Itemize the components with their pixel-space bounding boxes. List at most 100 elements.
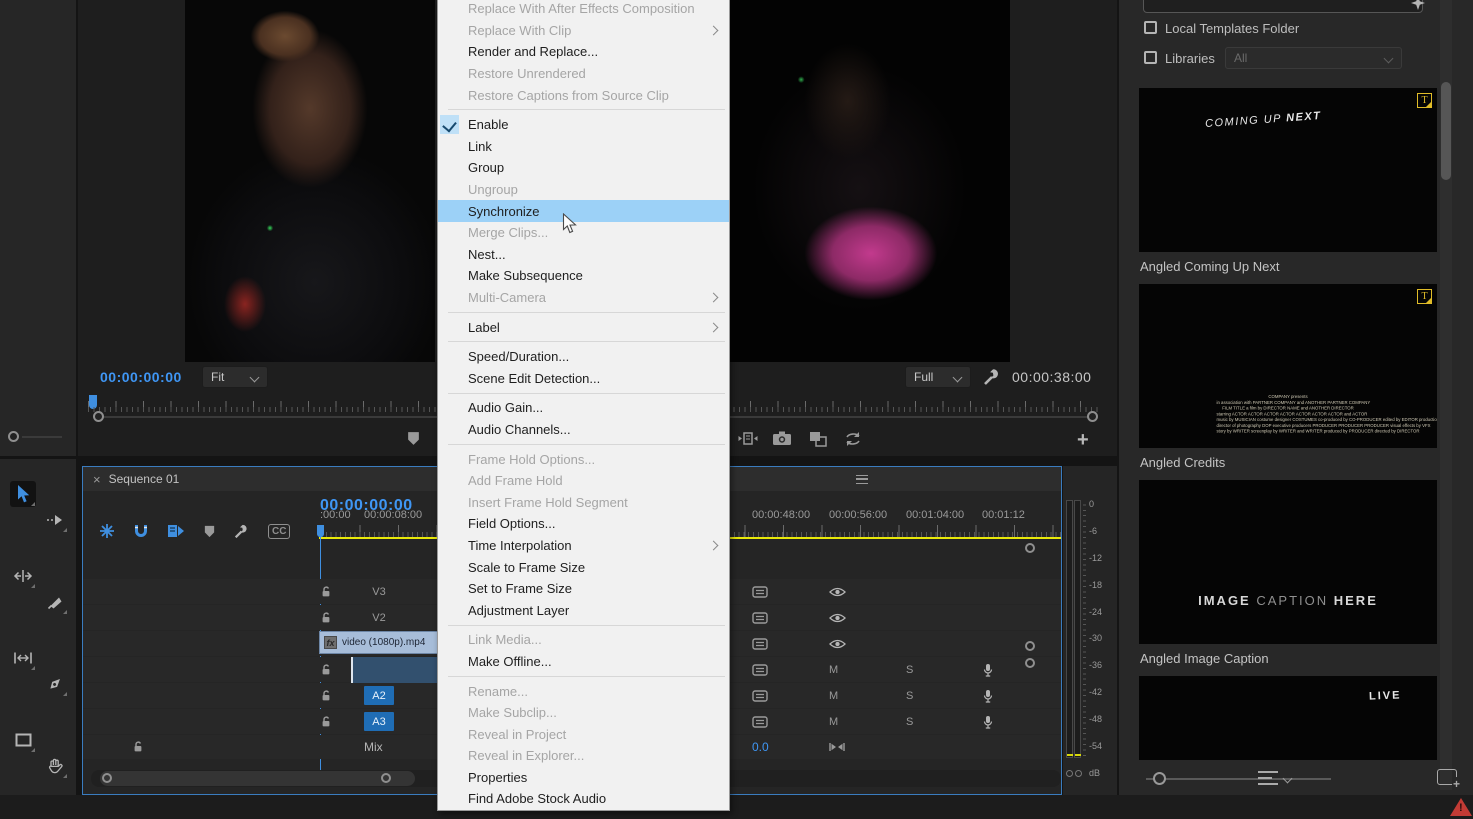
- thumbnail-size-knob[interactable]: [1153, 772, 1166, 785]
- context-menu-item[interactable]: Group: [438, 157, 729, 179]
- context-menu-item[interactable]: Make Subsequence: [438, 265, 729, 287]
- captions-cc-icon[interactable]: CC: [268, 524, 290, 539]
- vertical-scroll-knob[interactable]: [1025, 641, 1035, 651]
- ripple-edit-tool[interactable]: [10, 563, 36, 589]
- scrollbar-thumb[interactable]: [100, 771, 415, 786]
- keyframe-nav-icon[interactable]: [829, 742, 845, 752]
- eg-scrollbar-thumb[interactable]: [1441, 82, 1451, 180]
- snap-magnet-icon[interactable]: [133, 523, 149, 539]
- template-thumbnail-credits[interactable]: COMPANY presentsin association with PART…: [1139, 284, 1437, 448]
- mic-icon[interactable]: [982, 663, 994, 677]
- mic-icon[interactable]: [982, 715, 994, 729]
- swap-view-icon[interactable]: [843, 430, 863, 448]
- context-menu-item[interactable]: Audio Gain...: [438, 397, 729, 419]
- source-patch-icon[interactable]: [752, 638, 768, 650]
- solo-button[interactable]: S: [906, 716, 913, 728]
- timeline-playhead-head[interactable]: [317, 525, 324, 537]
- lock-icon[interactable]: [320, 612, 332, 624]
- settings-wrench-icon[interactable]: [983, 367, 1002, 386]
- timeline-settings-wrench-icon[interactable]: [234, 523, 250, 539]
- star-filter-icon[interactable]: [1411, 0, 1425, 10]
- video-clip[interactable]: fx video (1080p).mp4: [319, 631, 439, 654]
- context-menu-item[interactable]: Properties: [438, 767, 729, 789]
- new-item-button[interactable]: [1437, 769, 1457, 785]
- lock-icon[interactable]: [320, 586, 332, 598]
- context-menu-item[interactable]: Label: [438, 316, 729, 338]
- source-zoom-dropdown[interactable]: Fit: [202, 366, 268, 388]
- meter-knob[interactable]: [1075, 770, 1082, 777]
- eye-icon[interactable]: [829, 587, 846, 597]
- lock-icon[interactable]: [320, 716, 332, 728]
- sort-list-icon[interactable]: [1258, 771, 1278, 785]
- template-label[interactable]: Angled Image Caption: [1140, 651, 1269, 666]
- lock-icon[interactable]: [132, 741, 144, 753]
- selection-tool[interactable]: [10, 481, 36, 507]
- close-tab-icon[interactable]: ×: [93, 472, 101, 487]
- context-menu-item[interactable]: Enable: [438, 114, 729, 136]
- comparison-view-icon[interactable]: [737, 430, 759, 448]
- panel-zoom-knob[interactable]: [8, 431, 19, 442]
- panel-menu-icon[interactable]: [856, 475, 868, 484]
- program-zoom-dropdown[interactable]: Full: [905, 366, 971, 388]
- source-patch-icon[interactable]: [752, 664, 768, 676]
- timeline-tab-label[interactable]: Sequence 01: [109, 472, 180, 486]
- mix-volume-value[interactable]: 0.0: [752, 740, 769, 754]
- context-menu-item[interactable]: Scale to Frame Size: [438, 556, 729, 578]
- context-menu-item[interactable]: Find Adobe Stock Audio: [438, 788, 729, 810]
- add-marker-icon[interactable]: [406, 431, 421, 446]
- export-frame-camera-icon[interactable]: [772, 430, 792, 446]
- local-templates-checkbox[interactable]: [1144, 21, 1157, 34]
- vertical-scroll-knob[interactable]: [1025, 543, 1035, 553]
- insert-clips-icon[interactable]: [808, 430, 828, 448]
- track-select-forward-tool[interactable]: [42, 507, 68, 533]
- lock-icon[interactable]: [320, 664, 332, 676]
- thumbnail-size-slider[interactable]: [1146, 778, 1331, 780]
- context-menu-item[interactable]: Audio Channels...: [438, 419, 729, 441]
- context-menu-item[interactable]: Synchronize: [438, 200, 729, 222]
- eye-icon[interactable]: [829, 639, 846, 649]
- razor-tool[interactable]: [42, 589, 68, 615]
- eye-icon[interactable]: [829, 613, 846, 623]
- source-patch-icon[interactable]: [752, 716, 768, 728]
- context-menu-item[interactable]: Speed/Duration...: [438, 346, 729, 368]
- vertical-scroll-knob[interactable]: [1025, 658, 1035, 668]
- solo-button[interactable]: S: [906, 664, 913, 676]
- context-menu-item[interactable]: Time Interpolation: [438, 535, 729, 557]
- program-video-frame[interactable]: [720, 0, 1010, 362]
- context-menu-item[interactable]: Adjustment Layer: [438, 599, 729, 621]
- source-patch-icon[interactable]: [752, 612, 768, 624]
- context-menu-item[interactable]: Set to Frame Size: [438, 578, 729, 600]
- timeline-add-marker-icon[interactable]: [203, 525, 216, 538]
- scrollbar-left-handle[interactable]: [102, 773, 112, 783]
- rectangle-tool[interactable]: [10, 727, 36, 753]
- scrollbar-right-handle[interactable]: [381, 773, 391, 783]
- mute-button[interactable]: M: [829, 690, 838, 702]
- context-menu-item[interactable]: Field Options...: [438, 513, 729, 535]
- panel-zoom-track[interactable]: [22, 436, 62, 438]
- search-input[interactable]: [1143, 0, 1423, 13]
- program-scrollbar-knob[interactable]: [1087, 411, 1098, 422]
- libraries-dropdown[interactable]: All: [1225, 47, 1402, 69]
- hand-tool[interactable]: [42, 753, 68, 779]
- context-menu-item[interactable]: Make Offline...: [438, 651, 729, 673]
- button-editor-plus-icon[interactable]: +: [1077, 430, 1089, 450]
- template-thumbnail-coming-up-next[interactable]: COMING UP NEXT T: [1139, 88, 1437, 252]
- track-badge[interactable]: A3: [364, 712, 394, 731]
- template-thumbnail-live[interactable]: LIVE: [1139, 676, 1437, 760]
- track-badge[interactable]: A2: [364, 686, 394, 705]
- template-thumbnail-image-caption[interactable]: IMAGE CAPTION HERE: [1139, 480, 1437, 644]
- solo-button[interactable]: S: [906, 690, 913, 702]
- context-menu-item[interactable]: Nest...: [438, 244, 729, 266]
- mute-button[interactable]: M: [829, 664, 838, 676]
- context-menu-item[interactable]: Link: [438, 136, 729, 158]
- source-patch-icon[interactable]: [752, 690, 768, 702]
- context-menu-item[interactable]: Render and Replace...: [438, 41, 729, 63]
- audio-clip[interactable]: fx: [351, 657, 439, 683]
- source-video-frame[interactable]: [185, 0, 435, 362]
- source-patch-icon[interactable]: [752, 586, 768, 598]
- template-label[interactable]: Angled Credits: [1140, 455, 1225, 470]
- meter-knob[interactable]: [1066, 770, 1073, 777]
- slip-tool[interactable]: [10, 645, 36, 671]
- context-menu-item[interactable]: Scene Edit Detection...: [438, 368, 729, 390]
- track-badge[interactable]: V2: [364, 608, 394, 627]
